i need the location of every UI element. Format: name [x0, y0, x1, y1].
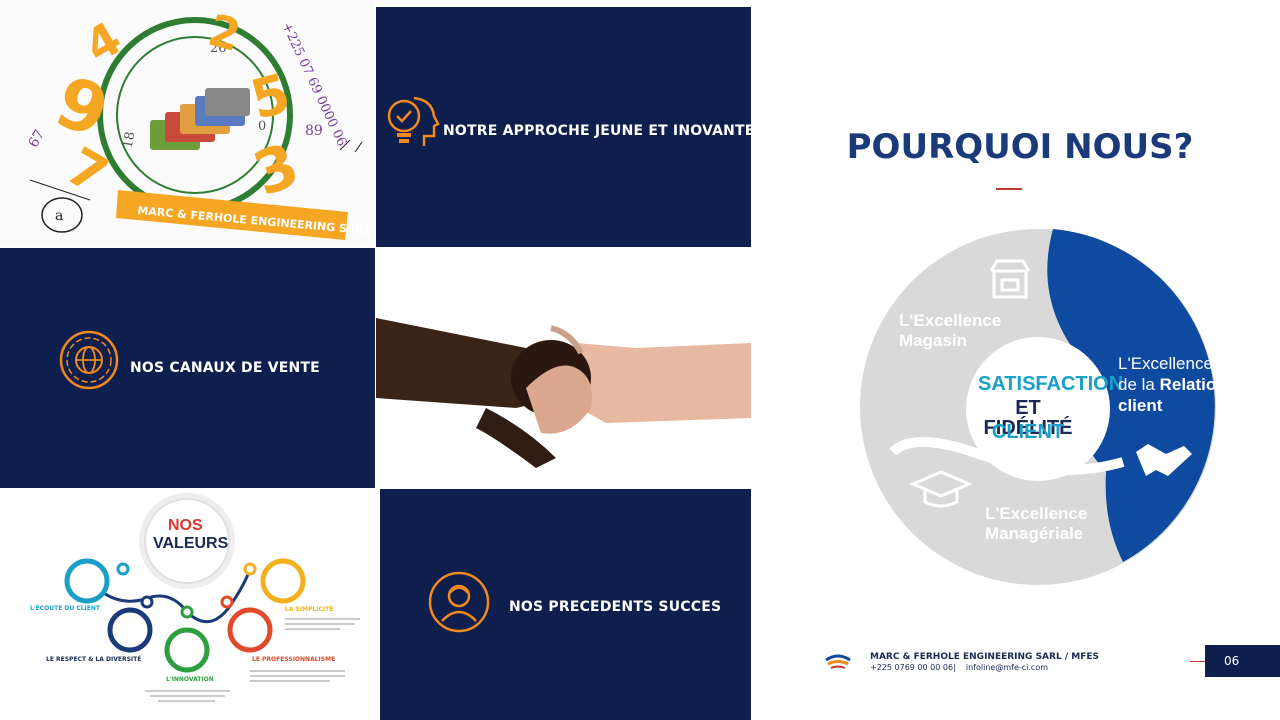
professionnalisme-icon — [227, 607, 273, 653]
globe-icon — [59, 330, 119, 390]
tile-succes: NOS PRECEDENTS SUCCES — [380, 489, 751, 720]
company-logo-icon — [825, 654, 851, 669]
page-number-box: 06 — [1205, 645, 1280, 677]
handshake-photo — [376, 248, 751, 488]
segment-manag-line1: L'Excellence — [985, 504, 1088, 523]
tile-canaux: NOS CANAUX DE VENTE — [0, 248, 375, 488]
valeurs-title-line1: NOS — [168, 517, 203, 534]
tile-canaux-label: NOS CANAUX DE VENTE — [130, 360, 320, 376]
page-number: 06 — [1224, 654, 1240, 668]
valeur-professionnalisme: LE PROFESSIONNALISME — [252, 656, 336, 663]
svg-text:a: a — [55, 208, 63, 224]
num-89: 89 — [305, 123, 323, 139]
segment-magasin-line2: Magasin — [899, 331, 968, 350]
segment-relation-line3: client — [1118, 396, 1163, 415]
innovation-icon — [164, 627, 210, 673]
valeur-simplicite: LA SIMPLICITÉ — [285, 606, 334, 613]
valeurs-title-line2: VALEURS — [153, 535, 229, 552]
cards-stack-image — [150, 88, 250, 150]
valeur-ecoute: L'ÉCOUTE DU CLIENT — [30, 605, 101, 612]
ecoute-icon — [64, 558, 110, 604]
tile-approche: NOTRE APPROCHE JEUNE ET INOVANTE — [376, 7, 754, 247]
footer-company: MARC & FERHOLE ENGINEERING SARL / MFES — [870, 652, 1099, 662]
valeur-respect: LE RESPECT & LA DIVERSITÉ — [46, 656, 142, 663]
num-67: 67 — [25, 127, 48, 150]
segment-relation-line1: L'Excellence — [1118, 354, 1213, 373]
big-num-9: 9 — [45, 60, 119, 154]
idea-head-icon — [387, 96, 440, 146]
title-underline — [996, 188, 1022, 190]
big-num-3: 3 — [245, 130, 308, 210]
segment-relation-prefix: de la — [1118, 375, 1160, 394]
segment-relation-bold: Relation — [1159, 375, 1227, 394]
tile-numbers-collage: 26 18 89 0 67 4 2 9 5 3 7 +225 07 69 000… — [0, 0, 375, 247]
respect-icon — [107, 607, 153, 653]
segment-manag-line2: Managériale — [985, 524, 1084, 543]
valeur-innovation: L'INNOVATION — [166, 676, 214, 683]
person-icon — [428, 571, 490, 633]
num-18: 18 — [121, 131, 139, 150]
tile-succes-label: NOS PRECEDENTS SUCCES — [509, 599, 722, 615]
center-line3: CLIENT — [991, 421, 1065, 443]
segment-relation-line2: de la Relation — [1118, 375, 1227, 395]
center-line1: SATISFACTION — [978, 373, 1124, 395]
tile-valeurs: NOS VALEURS L'ÉCOUTE DU CLIENT LE RESPEC… — [0, 489, 380, 720]
big-num-2: 2 — [203, 5, 246, 62]
tile-approche-label: NOTRE APPROCHE JEUNE ET INOVANTE — [443, 123, 755, 139]
footer-line — [1190, 661, 1205, 662]
big-num-5: 5 — [244, 61, 297, 132]
footer-contact: +225 0769 00 00 06| infoline@mfe-ci.com — [870, 663, 1049, 672]
page-title: POURQUOI NOUS? — [846, 127, 1194, 167]
segment-magasin-line1: L'Excellence — [899, 311, 1002, 330]
simplicite-icon — [260, 558, 306, 604]
